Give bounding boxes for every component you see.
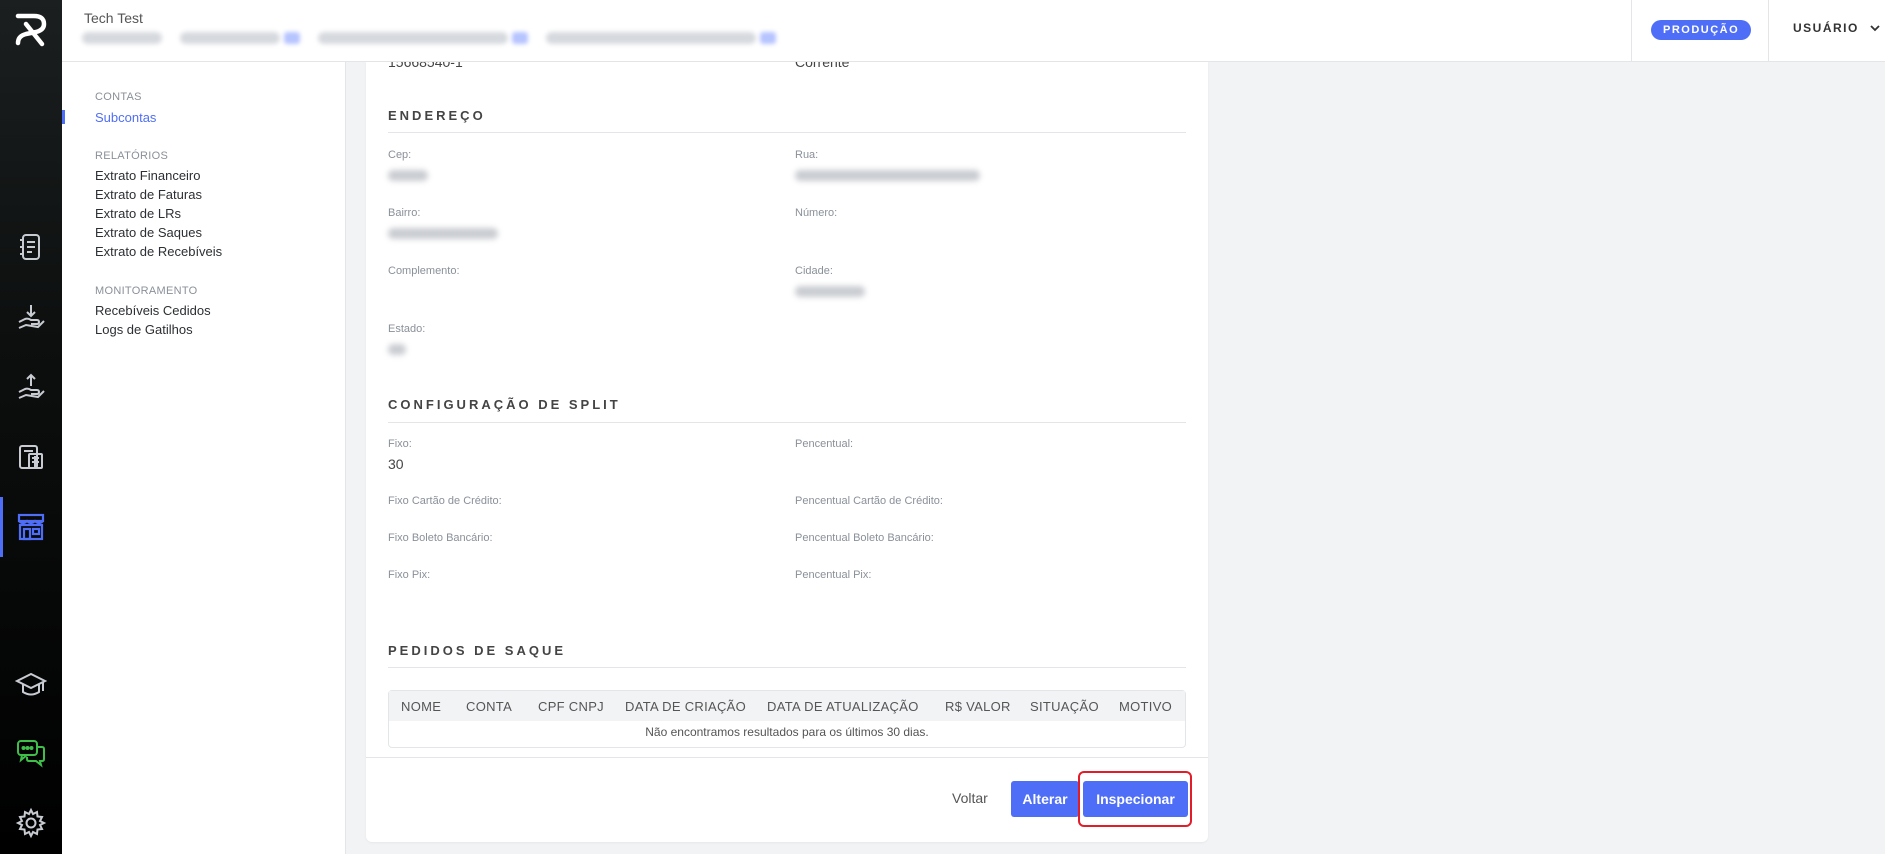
top-header: Tech Test PRODUÇÃO USUÁRIO [62,0,1885,62]
footer-divider [366,757,1208,758]
field-label-fixo-boleto: Fixo Boleto Bancário: [388,532,493,544]
field-label-cep: Cep: [388,149,412,161]
column-header-data-criacao[interactable]: DATA DE CRIAÇÃO [625,699,746,714]
alter-button[interactable]: Alterar [1011,781,1079,817]
field-label-percentual-pix: Pencentual Pix: [795,569,872,581]
breadcrumb-tag [284,32,300,44]
breadcrumb [82,30,776,46]
back-button[interactable]: Voltar [952,790,988,806]
field-label-estado: Estado: [388,323,426,335]
field-value-cidade-redacted [795,286,865,297]
invoice-icon[interactable] [13,229,49,265]
field-label-cidade: Cidade: [795,265,833,277]
sidebar-group-monitoramento: MONITORAMENTO [95,285,198,297]
field-value-bairro-redacted [388,228,498,239]
store-icon[interactable] [13,509,49,545]
field-label-complemento: Complemento: [388,265,460,277]
sidebar-item-extrato-faturas[interactable]: Extrato de Faturas [95,187,202,202]
column-header-conta[interactable]: CONTA [466,699,512,714]
icon-rail [0,0,62,854]
user-menu[interactable]: USUÁRIO [1793,21,1881,35]
settings-icon[interactable] [13,805,49,841]
section-title-split: CONFIGURAÇÃO DE SPLIT [388,397,621,412]
field-label-rua: Rua: [795,149,819,161]
calculator-icon[interactable] [13,439,49,475]
sidebar-item-extrato-saques[interactable]: Extrato de Saques [95,225,202,240]
column-header-valor[interactable]: R$ VALOR [945,699,1011,714]
sidebar-item-extrato-financeiro[interactable]: Extrato Financeiro [95,168,201,183]
section-divider [388,667,1186,668]
chevron-down-icon [1870,25,1880,32]
section-divider [388,422,1186,423]
breadcrumb-redacted-item[interactable] [82,32,162,44]
header-divider [1631,0,1632,62]
sidebar-item-extrato-lrs[interactable]: Extrato de LRs [95,206,181,221]
sidebar-group-relatorios: RELATÓRIOS [95,150,169,162]
receive-money-icon[interactable] [13,299,49,335]
sidebar-item-logs-gatilhos[interactable]: Logs de Gatilhos [95,322,193,337]
breadcrumb-redacted-item[interactable] [180,32,280,44]
breadcrumb-redacted-item[interactable] [318,32,508,44]
environment-badge: PRODUÇÃO [1651,20,1752,40]
sidebar-item-subcontas[interactable]: Subcontas [95,110,156,125]
sidebar-item-extrato-recebiveis[interactable]: Extrato de Recebíveis [95,244,222,259]
brand-logo-icon[interactable] [12,10,50,50]
app-title: Tech Test [84,10,143,26]
header-divider [1768,0,1769,62]
field-label-fixo-pix: Fixo Pix: [388,569,431,581]
column-header-motivo[interactable]: MOTIVO [1119,699,1172,714]
active-rail-indicator [0,497,3,557]
academy-icon[interactable] [13,666,49,702]
empty-table-message: Não encontramos resultados para os últim… [645,725,929,739]
column-header-nome[interactable]: NOME [401,699,441,714]
send-money-icon[interactable] [13,369,49,405]
column-header-cpf-cnpj[interactable]: CPF CNPJ [538,699,604,714]
field-label-fixo-cartao: Fixo Cartão de Crédito: [388,495,502,507]
field-value-fixo: 30 [388,456,404,472]
user-menu-label: USUÁRIO [1793,21,1859,35]
active-item-indicator [62,110,65,124]
column-header-data-atualizacao[interactable]: DATA DE ATUALIZAÇÃO [767,699,919,714]
sidebar-item-recebiveis-cedidos[interactable]: Recebíveis Cedidos [95,303,211,318]
field-value-rua-redacted [795,170,980,181]
breadcrumb-redacted-item[interactable] [546,32,756,44]
table-header: NOME CONTA CPF CNPJ DATA DE CRIAÇÃO DATA… [389,691,1185,721]
field-label-percentual: Pencentual: [795,438,854,450]
section-divider [388,132,1186,133]
chat-support-icon[interactable] [13,735,49,771]
section-title-address: ENDEREÇO [388,108,486,123]
field-label-percentual-cartao: Pencentual Cartão de Crédito: [795,495,943,507]
field-value-estado-redacted [388,344,406,355]
field-label-bairro: Bairro: [388,207,421,219]
sidebar-group-contas: CONTAS [95,91,142,103]
highlight-annotation [1078,771,1192,827]
breadcrumb-tag [760,32,776,44]
field-label-fixo: Fixo: [388,438,412,450]
field-value-cep-redacted [388,170,428,181]
column-header-situacao[interactable]: SITUAÇÃO [1030,699,1099,714]
breadcrumb-tag [512,32,528,44]
field-label-percentual-boleto: Pencentual Boleto Bancário: [795,532,934,544]
withdrawals-table: NOME CONTA CPF CNPJ DATA DE CRIAÇÃO DATA… [388,690,1186,748]
field-label-numero: Número: [795,207,838,219]
secondary-sidebar: CONTAS Subcontas RELATÓRIOS Extrato Fina… [62,62,346,854]
section-title-withdrawals: PEDIDOS DE SAQUE [388,643,567,658]
subaccount-detail-card: 15668540-1 Corrente ENDEREÇO Cep: Rua: B… [366,62,1208,842]
